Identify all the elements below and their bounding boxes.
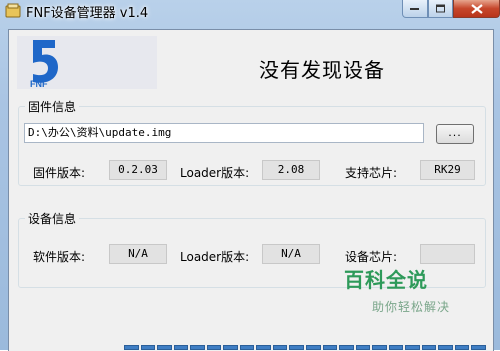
device-status-heading: 没有发现设备 bbox=[259, 58, 385, 82]
close-button[interactable] bbox=[453, 0, 500, 18]
firmware-loader-version-value: 2.08 bbox=[262, 160, 320, 180]
progress-segment bbox=[157, 345, 172, 350]
close-icon bbox=[470, 3, 483, 14]
firmware-info-group: 固件信息 bbox=[18, 98, 486, 186]
maximize-button[interactable] bbox=[428, 0, 453, 18]
progress-segment bbox=[355, 345, 371, 350]
progress-segment bbox=[339, 345, 354, 350]
title-bar[interactable]: FNF设备管理器 v1.4 bbox=[0, 0, 500, 22]
progress-bar bbox=[124, 345, 487, 350]
minimize-icon bbox=[410, 7, 419, 10]
progress-segment bbox=[289, 345, 305, 350]
watermark-title: 百科全说 bbox=[344, 268, 428, 292]
firmware-path-field[interactable]: D:\办公\资料\update.img bbox=[24, 123, 424, 143]
device-loader-version-value: N/A bbox=[262, 244, 320, 264]
window-frame: FNF设备管理器 v1.4 FNF 没有发现设备 固件信息 D:\办公\资料\u… bbox=[0, 0, 500, 351]
progress-segment bbox=[124, 345, 139, 350]
progress-segment bbox=[140, 345, 156, 350]
progress-segment bbox=[173, 345, 189, 350]
firmware-version-value: 0.2.03 bbox=[109, 160, 167, 180]
progress-segment bbox=[190, 345, 205, 350]
progress-segment bbox=[421, 345, 437, 350]
minimize-button[interactable] bbox=[402, 0, 428, 18]
progress-segment bbox=[471, 345, 487, 350]
software-version-value: N/A bbox=[109, 244, 167, 264]
logo: FNF bbox=[17, 36, 157, 89]
firmware-version-label: 固件版本: bbox=[33, 166, 86, 180]
firmware-loader-version-label: Loader版本: bbox=[180, 166, 250, 180]
progress-segment bbox=[256, 345, 271, 350]
progress-segment bbox=[206, 345, 222, 350]
progress-segment bbox=[372, 345, 387, 350]
firmware-info-label: 固件信息 bbox=[25, 98, 80, 115]
progress-segment bbox=[272, 345, 288, 350]
app-icon bbox=[5, 3, 21, 19]
progress-segment bbox=[306, 345, 321, 350]
progress-segment bbox=[405, 345, 420, 350]
browse-button[interactable]: ... bbox=[436, 124, 474, 144]
progress-segment bbox=[239, 345, 255, 350]
device-loader-version-label: Loader版本: bbox=[180, 250, 250, 264]
supported-chip-value: RK29 bbox=[420, 160, 475, 180]
progress-segment bbox=[388, 345, 404, 350]
supported-chip-label: 支持芯片: bbox=[345, 166, 398, 180]
device-info-label: 设备信息 bbox=[25, 210, 80, 227]
device-chip-label: 设备芯片: bbox=[345, 250, 398, 264]
progress-segment bbox=[438, 345, 453, 350]
software-version-label: 软件版本: bbox=[33, 250, 86, 264]
progress-segment bbox=[454, 345, 470, 350]
svg-text:FNF: FNF bbox=[30, 79, 48, 89]
watermark-subtitle: 助你轻松解决 bbox=[372, 300, 451, 314]
maximize-icon bbox=[435, 4, 445, 12]
window-title: FNF设备管理器 v1.4 bbox=[26, 6, 149, 21]
device-chip-value bbox=[420, 244, 475, 264]
progress-segment bbox=[322, 345, 338, 350]
progress-segment bbox=[223, 345, 238, 350]
